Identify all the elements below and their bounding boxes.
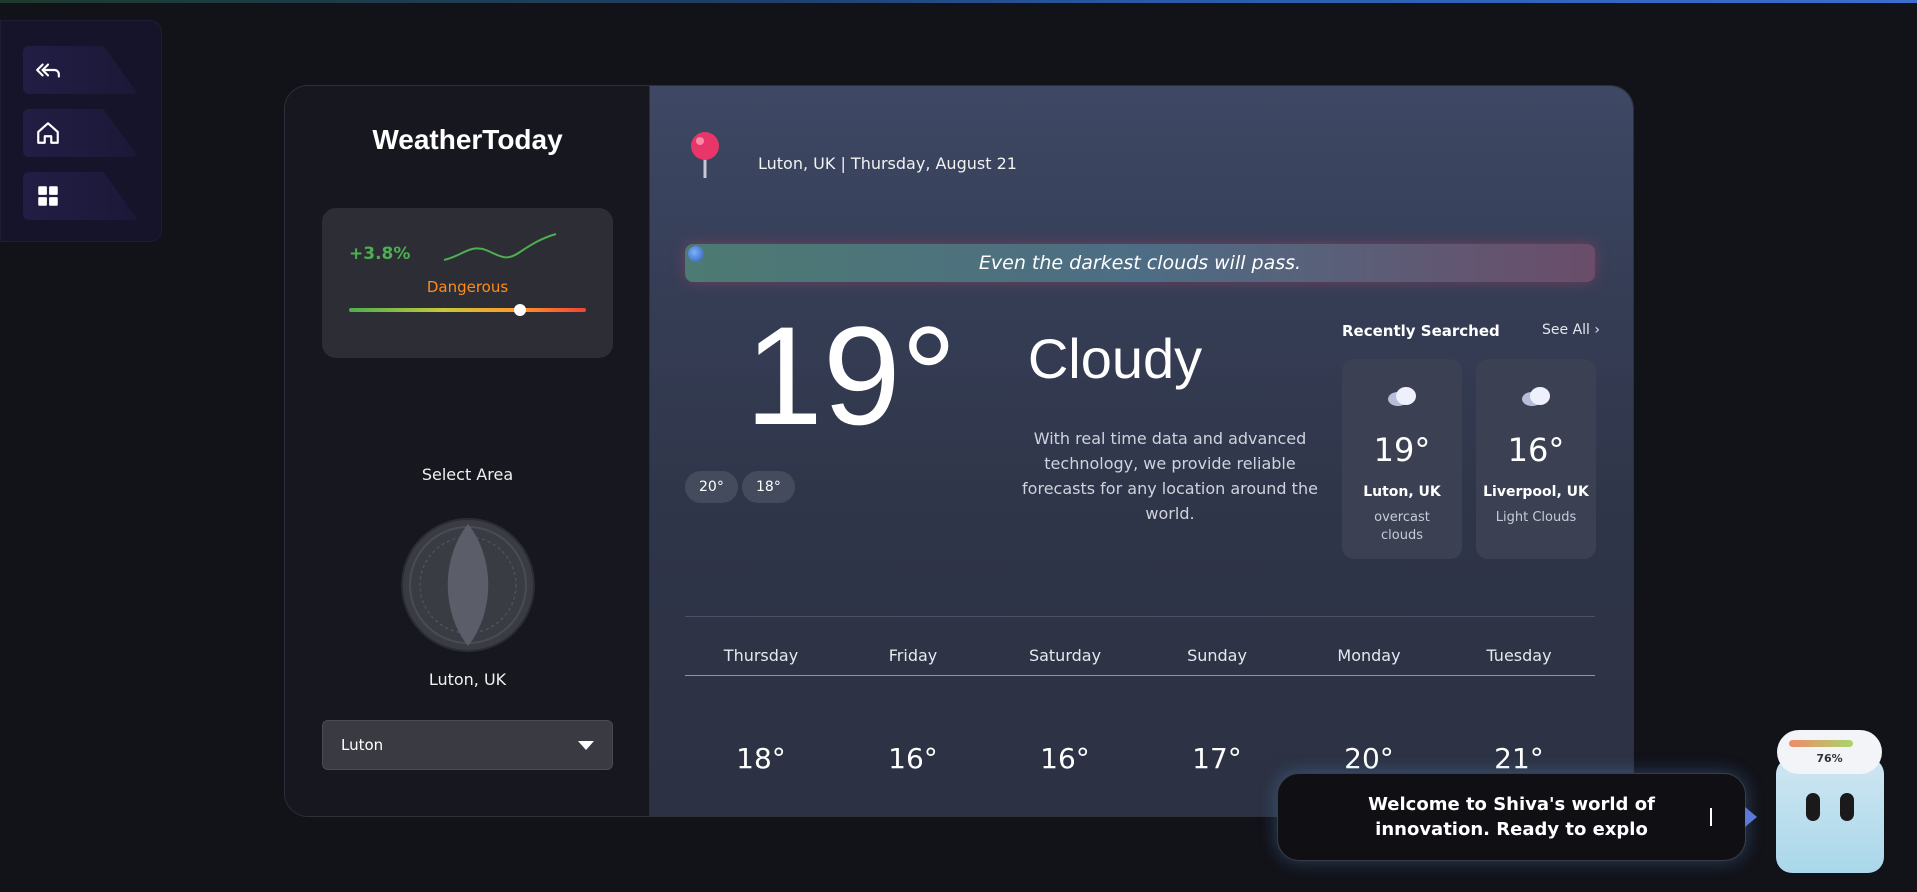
typing-cursor (1710, 808, 1712, 826)
quote-banner: Even the darkest clouds will pass. (685, 244, 1595, 282)
main-panel: Luton, UK | Thursday, August 21 Even the… (650, 86, 1633, 816)
aqi-gauge-knob (513, 304, 526, 316)
location-date: Luton, UK | Thursday, August 21 (758, 154, 1017, 173)
bot-eye (1806, 793, 1820, 821)
bot-status-bar (1789, 740, 1853, 747)
globe-icon (401, 518, 535, 652)
back-button[interactable] (23, 46, 138, 94)
recent-searches-title: Recently Searched (1342, 322, 1500, 340)
chat-message: Welcome to Shiva's world of innovation. … (1368, 794, 1655, 840)
area-select[interactable]: Luton (322, 720, 613, 770)
bot-status-percent: 76% (1816, 752, 1843, 765)
recent-card-condition: overcast clouds (1374, 510, 1430, 543)
high-temp-pill: 20° (685, 471, 738, 503)
select-area-title: Select Area (421, 465, 514, 484)
recent-card-luton[interactable]: 19° Luton, UK overcast clouds (1342, 359, 1462, 559)
forecast-day: Thursday (723, 646, 799, 665)
recent-card-city: Liverpool, UK (1483, 484, 1589, 500)
see-all-link[interactable]: See All › (1542, 322, 1600, 338)
home-icon (37, 122, 59, 144)
selected-area-name: Luton, UK (428, 670, 507, 689)
grid-icon (38, 186, 58, 206)
bubble-pointer (1745, 807, 1757, 827)
home-button[interactable] (23, 109, 138, 157)
forecast-temp: 16° (888, 742, 938, 775)
area-select-value: Luton (341, 736, 384, 754)
cloud-icon (1388, 387, 1416, 406)
weather-card: WeatherToday +3.8% Dangerous Select Area… (284, 85, 1634, 817)
forecast-day: Saturday (1028, 646, 1102, 665)
bot-status-badge: 76% (1777, 730, 1882, 774)
recent-card-condition: Light Clouds (1495, 510, 1577, 525)
forecast-day: Tuesday (1486, 646, 1552, 665)
low-temp-pill: 18° (742, 471, 795, 503)
recent-card-liverpool[interactable]: 16° Liverpool, UK Light Clouds (1476, 359, 1596, 559)
weather-description: With real time data and advanced technol… (1022, 429, 1318, 523)
quote-icon (688, 246, 704, 262)
recent-card-temp: 19° (1373, 431, 1431, 469)
aqi-sparkline (443, 233, 557, 261)
aqi-status: Dangerous (426, 278, 509, 296)
reply-all-icon (36, 63, 60, 78)
chat-bubble[interactable]: Welcome to Shiva's world of innovation. … (1277, 773, 1746, 861)
forecast-day: Monday (1337, 646, 1401, 665)
forecast-temp: 21° (1494, 742, 1544, 775)
forecast-temp: 20° (1344, 742, 1394, 775)
aqi-change: +3.8% (349, 244, 411, 264)
bot-eye (1840, 793, 1854, 821)
map-pin-icon (691, 132, 719, 178)
quote-text: Even the darkest clouds will pass. (978, 252, 1302, 274)
left-panel: WeatherToday +3.8% Dangerous Select Area… (285, 86, 650, 816)
cloud-icon (1522, 387, 1550, 406)
forecast-temp: 17° (1192, 742, 1242, 775)
aqi-gauge (349, 304, 586, 316)
recent-card-temp: 16° (1507, 431, 1565, 469)
recent-card-city: Luton, UK (1363, 484, 1441, 500)
dashboard-button[interactable] (23, 172, 138, 220)
air-quality-card: +3.8% Dangerous (322, 208, 613, 358)
chevron-down-icon (578, 741, 594, 750)
section-divider (685, 616, 1595, 617)
assistant-bot[interactable] (1776, 758, 1884, 873)
forecast-days: Thursday Friday Saturday Sunday Monday T… (685, 646, 1595, 676)
weather-condition: Cloudy (1027, 327, 1203, 390)
brand-title: WeatherToday (372, 124, 563, 155)
side-nav (0, 20, 162, 242)
current-temperature: 19° (745, 297, 957, 454)
forecast-day: Friday (888, 646, 938, 665)
forecast-temp: 18° (736, 742, 786, 775)
top-accent-line (0, 0, 1917, 3)
forecast-temp: 16° (1040, 742, 1090, 775)
forecast-day: Sunday (1187, 646, 1247, 665)
